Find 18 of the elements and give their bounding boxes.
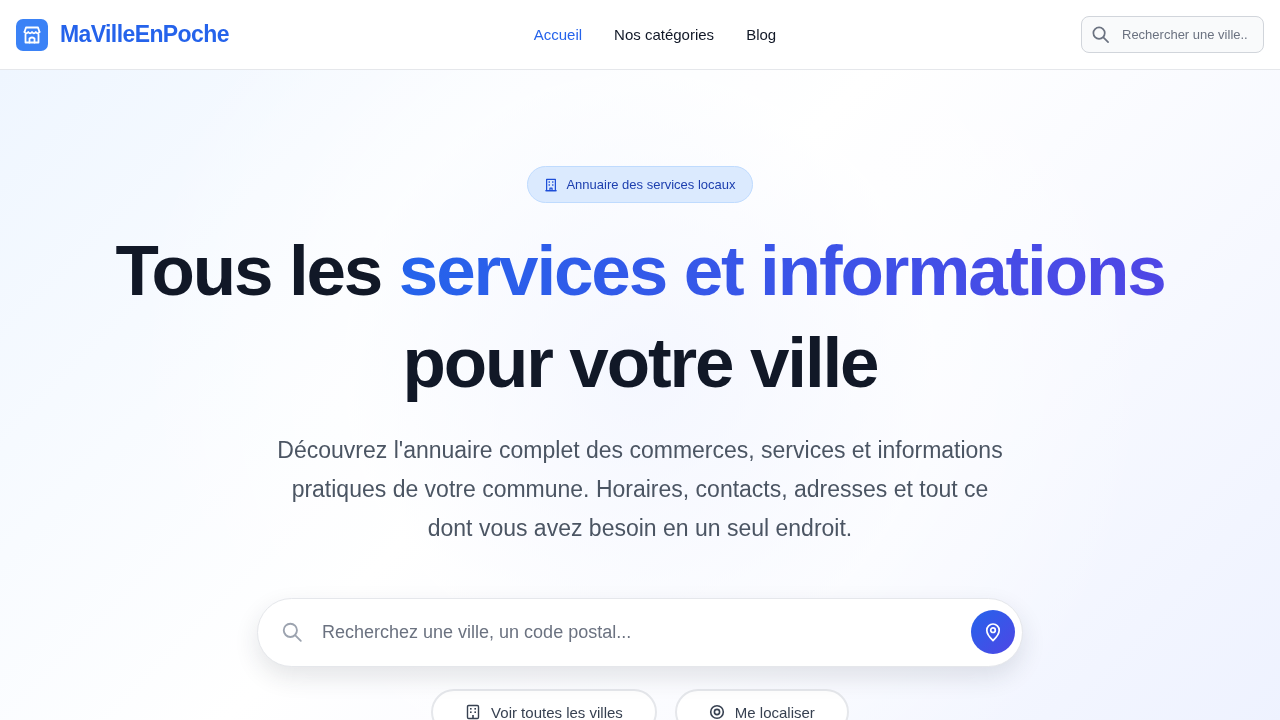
map-pin-icon	[983, 622, 1003, 642]
locate-me-button[interactable]: Me localiser	[674, 689, 849, 720]
search-icon	[1091, 25, 1110, 44]
target-icon	[708, 704, 725, 720]
badge-label: Annuaire des services locaux	[566, 177, 736, 192]
building-icon	[544, 177, 559, 192]
search-icon	[281, 621, 303, 643]
all-cities-button[interactable]: Voir toutes les villes	[431, 689, 657, 720]
store-icon	[16, 18, 48, 51]
building-icon	[465, 704, 482, 720]
nav-link[interactable]: Accueil	[533, 26, 583, 43]
city-search-field[interactable]: Rechercher une ville..	[1081, 16, 1264, 53]
brand-name[interactable]: MaVilleEnPoche	[60, 21, 229, 48]
hero-heading: Tous les services et informations pour votre ville	[114, 230, 1166, 404]
nav-link[interactable]: Blog	[746, 26, 777, 43]
city-search-field[interactable]: Recherchez une ville, un code postal...	[257, 598, 1023, 667]
nav-link[interactable]: Nos catégories	[614, 26, 715, 43]
hero-description: Découvrez l'annuaire complet des commerces, services et informations pratiques de votre commune. Horaires, contacts, adresses et tout ce dont vous avez besoin en un seul endroit.	[276, 436, 1004, 543]
